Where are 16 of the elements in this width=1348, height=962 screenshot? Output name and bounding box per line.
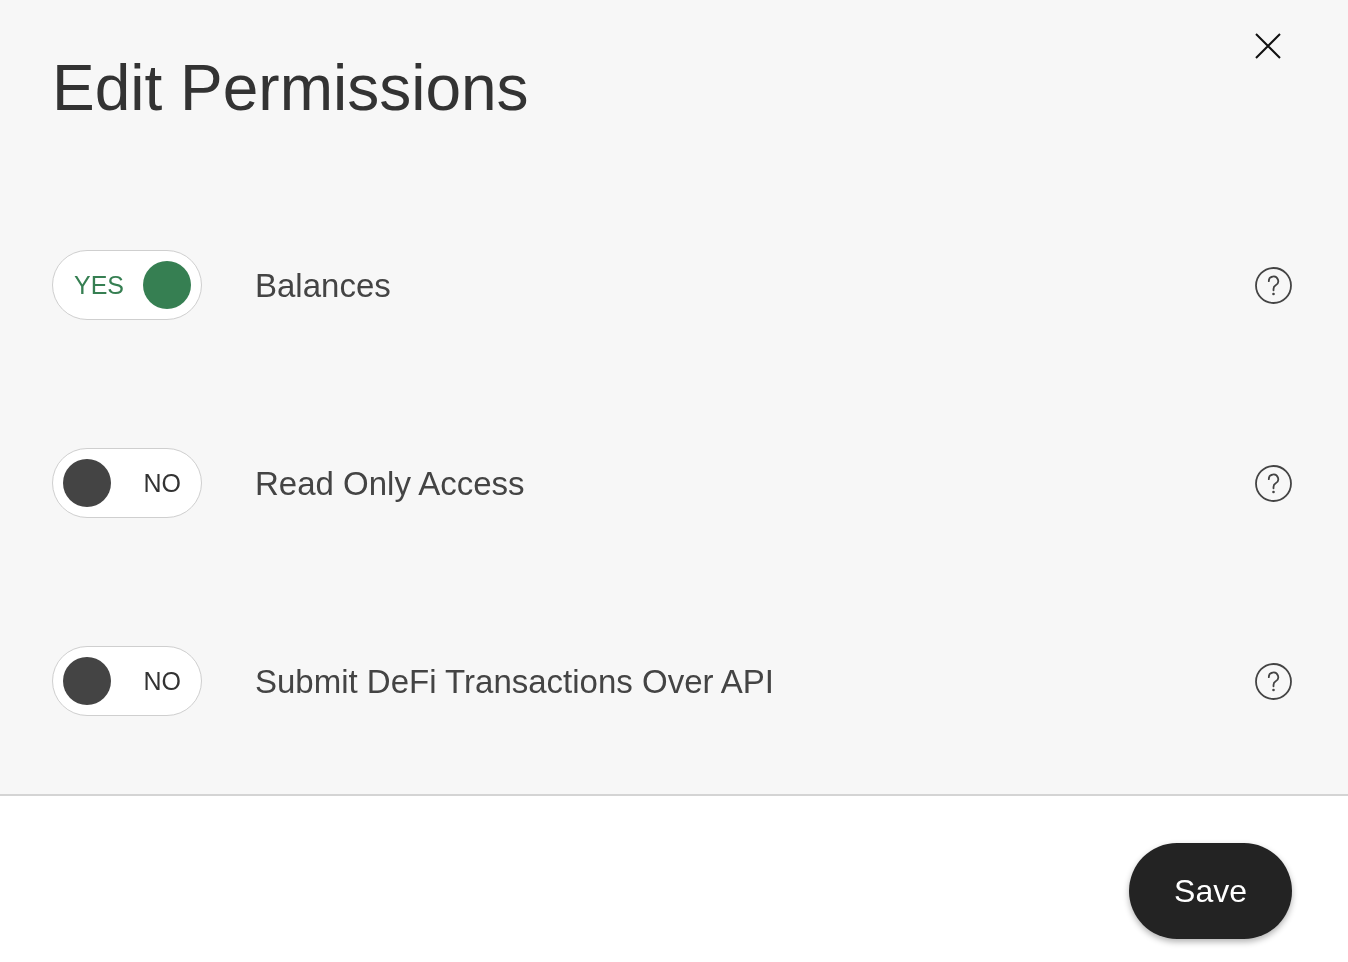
help-icon[interactable] xyxy=(1255,662,1292,700)
save-button[interactable]: Save xyxy=(1129,843,1292,939)
toggle-switch[interactable]: NO xyxy=(52,448,202,518)
permission-label: Submit DeFi Transactions Over API xyxy=(255,664,776,698)
help-icon[interactable] xyxy=(1255,266,1292,304)
toggle-knob-icon xyxy=(63,657,111,705)
close-icon xyxy=(1255,33,1281,59)
toggle-switch[interactable]: NO xyxy=(52,646,202,716)
help-icon[interactable] xyxy=(1255,464,1292,502)
toggle-knob-icon xyxy=(63,459,111,507)
permission-label: Balances xyxy=(255,268,392,302)
dialog-title: Edit Permissions xyxy=(52,56,529,120)
toggle-switch[interactable]: YES xyxy=(52,250,202,320)
toggle-knob-icon xyxy=(143,261,191,309)
close-button[interactable] xyxy=(1255,33,1281,59)
permission-label: Read Only Access xyxy=(255,466,526,500)
